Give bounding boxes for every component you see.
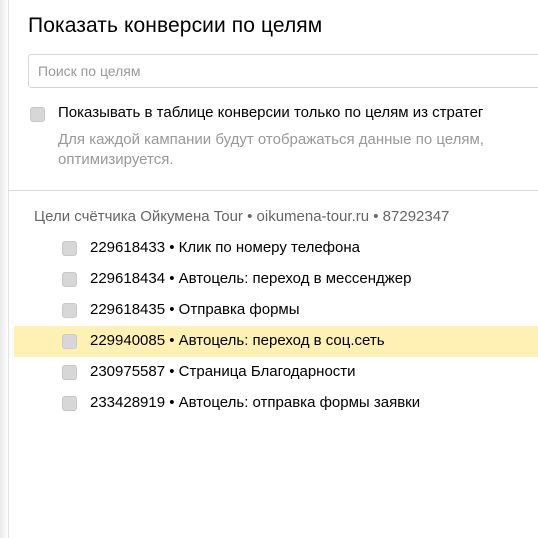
goal-checkbox[interactable] xyxy=(62,334,77,349)
goal-row[interactable]: 229618435 • Отправка формы xyxy=(14,295,538,326)
goal-row[interactable]: 230975587 • Страница Благодарности xyxy=(14,357,538,388)
goal-label: 229618433 • Клик по номеру телефона xyxy=(90,239,360,256)
goals-conversion-dialog: Показать конверсии по целям Показывать в… xyxy=(0,0,538,538)
goal-checkbox[interactable] xyxy=(62,303,77,318)
panel-edge xyxy=(0,0,9,538)
goal-list: 229618433 • Клик по номеру телефона 2296… xyxy=(14,233,538,419)
section-divider xyxy=(8,190,538,191)
counter-header: Цели счётчика Ойкумена Tour • oikumena-t… xyxy=(34,208,450,225)
goal-checkbox[interactable] xyxy=(62,272,77,287)
goal-checkbox[interactable] xyxy=(62,365,77,380)
goal-label: 233428919 • Автоцель: отправка формы зая… xyxy=(90,394,421,411)
goal-checkbox[interactable] xyxy=(62,396,77,411)
goal-row[interactable]: 229618433 • Клик по номеру телефона xyxy=(14,233,538,264)
goal-label: 229618434 • Автоцель: переход в мессендж… xyxy=(90,270,412,287)
dialog-title: Показать конверсии по целям xyxy=(28,14,323,37)
strategy-goals-hint: Для каждой кампании будут отображаться д… xyxy=(58,131,484,168)
goal-label: 229618435 • Отправка формы xyxy=(90,301,300,318)
strategy-goals-checkbox[interactable] xyxy=(30,107,45,122)
goal-checkbox[interactable] xyxy=(62,241,77,256)
strategy-goals-label[interactable]: Показывать в таблице конверсии только по… xyxy=(58,103,483,123)
goal-row-highlighted[interactable]: 229940085 • Автоцель: переход в соц.сеть xyxy=(14,326,538,357)
goal-search-input[interactable] xyxy=(28,54,538,88)
goal-row[interactable]: 229618434 • Автоцель: переход в мессендж… xyxy=(14,264,538,295)
goal-row[interactable]: 233428919 • Автоцель: отправка формы зая… xyxy=(14,388,538,419)
goal-label: 230975587 • Страница Благодарности xyxy=(90,363,356,380)
goal-label: 229940085 • Автоцель: переход в соц.сеть xyxy=(90,332,385,349)
